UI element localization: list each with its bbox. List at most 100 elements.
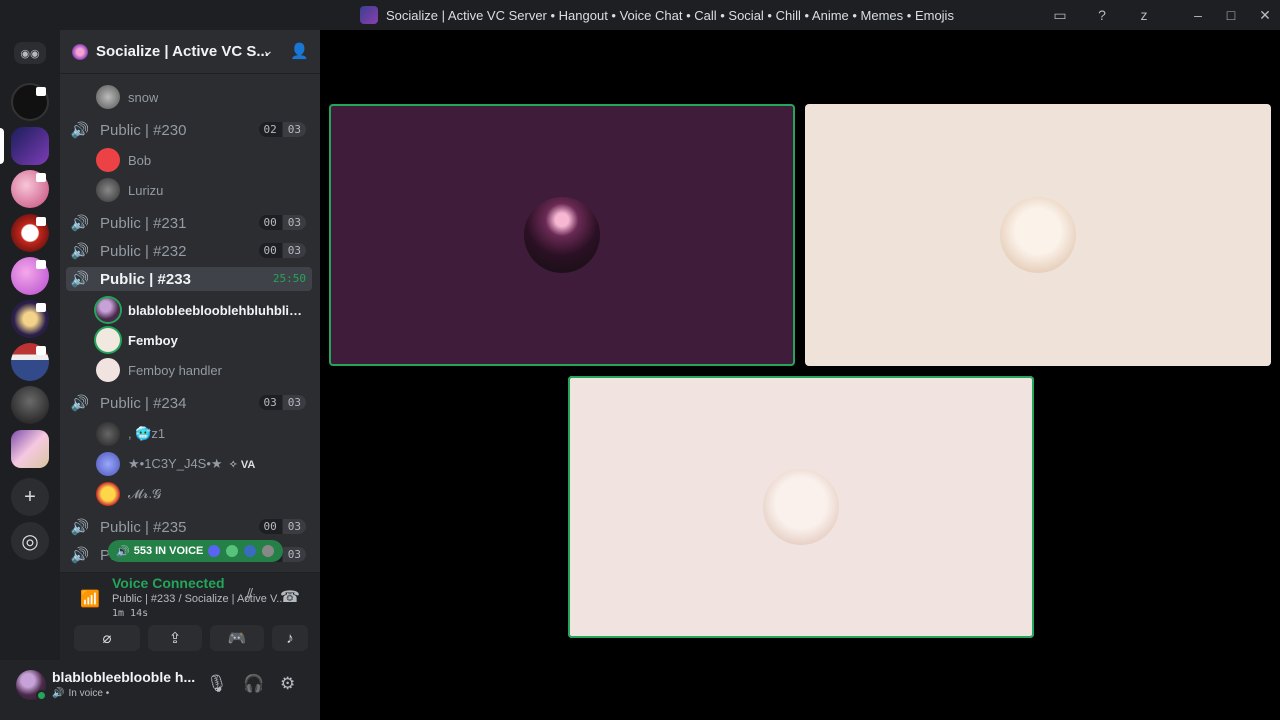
channel-user-count: 03 03 (258, 395, 306, 410)
inbox-icon[interactable]: ▭ (1050, 5, 1070, 25)
member-name: Bob (128, 152, 152, 168)
voice-member[interactable]: ★•1C3Y_J4S•★ ✧ VA (96, 451, 306, 477)
member-tag: ✧ VA (228, 458, 256, 471)
voice-channel-active[interactable]: 🔊 Public | #233 25:50 (66, 267, 312, 291)
server-badge-icon (36, 87, 46, 96)
activity-button[interactable]: 🎮 (210, 625, 264, 651)
participant-avatar (1000, 197, 1076, 273)
channel-name: Public | #232 (100, 242, 187, 260)
window-title-text: Socialize | Active VC Server • Hangout •… (386, 7, 954, 23)
voice-member[interactable]: snow (96, 84, 306, 110)
count-current: 00 (258, 215, 282, 230)
maximize-icon[interactable]: □ (1221, 5, 1241, 25)
avatar (225, 544, 240, 558)
speaker-icon: 🔊 (116, 545, 130, 558)
server-badge-icon (36, 346, 46, 355)
voice-channel[interactable]: 🔊 Public | #234 03 03 (66, 391, 312, 415)
voice-channel[interactable]: 🔊 Public | #231 00 03 (66, 211, 312, 235)
settings-gear-icon[interactable]: ⚙ (280, 674, 295, 694)
channel-user-count: 0003 (258, 215, 306, 230)
screen-share-button[interactable]: ⇪ (148, 625, 202, 651)
disconnect-icon[interactable]: ☎ (280, 587, 300, 607)
channel-name: Public | #234 (100, 394, 187, 412)
discord-home-icon[interactable]: ◉◉ (14, 42, 46, 64)
voice-member[interactable]: Femboy (96, 327, 306, 353)
avatar (207, 544, 222, 558)
speaker-icon: 🔊 (70, 519, 90, 536)
voice-member[interactable]: 𝓜𝓻.𝓖 (96, 481, 306, 507)
avatar (96, 148, 120, 172)
signal-icon[interactable]: 📶 (80, 589, 100, 609)
server-icon[interactable] (11, 386, 49, 424)
server-badge-icon (36, 173, 46, 182)
speaker-icon: 🔊 (70, 395, 90, 412)
voice-member[interactable]: Lurizu (96, 177, 306, 203)
in-voice-count: 553 IN VOICE (133, 545, 204, 557)
channel-user-count: 0003 (258, 519, 306, 534)
server-icon-socialize[interactable] (11, 127, 49, 165)
voice-member[interactable]: , 🥶z1 (96, 421, 306, 447)
soundboard-button[interactable]: ♪ (272, 625, 308, 651)
discover-icon[interactable]: ◎ (11, 522, 49, 560)
avatar (261, 544, 276, 558)
voice-member[interactable]: Bob (96, 147, 306, 173)
member-name: Femboy (128, 332, 178, 348)
channel-sidebar: Socialize | Active VC S... ⌄ 👤 snow 🔊 Pu… (60, 30, 320, 572)
voice-stage (320, 30, 1280, 720)
help-icon[interactable]: ? (1092, 5, 1112, 25)
count-limit: 03 (282, 243, 306, 258)
microphone-icon[interactable]: 🎙 (206, 674, 228, 694)
invite-people-icon[interactable]: 👤 (290, 42, 309, 60)
voice-member[interactable]: Femboy handler (96, 357, 306, 383)
user-status: 🔊 In voice • (52, 688, 109, 699)
participant-tile[interactable] (329, 104, 795, 366)
speaker-icon: 🔊 (70, 122, 90, 139)
channel-name: Public | #233 (100, 270, 191, 288)
add-server-icon[interactable]: + (11, 478, 49, 516)
window-title: Socialize | Active VC Server • Hangout •… (360, 0, 954, 30)
channel-user-count: 02 03 (258, 122, 306, 137)
guild-icon (72, 43, 88, 60)
participant-tile[interactable] (805, 104, 1271, 366)
count-limit: 03 (282, 519, 306, 534)
chevron-down-icon[interactable]: ⌄ (262, 42, 274, 59)
close-icon[interactable]: ✕ (1255, 5, 1275, 25)
user-panel: blablobleeblooble h... 🔊 In voice • 🎙 🎧 … (0, 660, 320, 720)
headphones-icon[interactable]: 🎧 (243, 674, 264, 694)
avatar (96, 482, 120, 506)
server-badge-icon (36, 217, 46, 226)
noise-suppression-icon[interactable]: ⫽ (246, 587, 253, 605)
count-limit: 03 (282, 395, 306, 410)
sleep-icon[interactable]: z (1134, 5, 1154, 25)
camera-off-button[interactable]: ⌀ (74, 625, 140, 651)
server-logo-icon (360, 6, 378, 24)
server-folder-icon[interactable] (11, 430, 49, 468)
avatar (96, 328, 120, 352)
selected-server-indicator (0, 128, 4, 164)
username[interactable]: blablobleeblooble h... (52, 669, 195, 685)
voice-channel[interactable]: 🔊 Public | #230 02 03 (66, 118, 312, 142)
participant-tile[interactable] (568, 376, 1034, 638)
minimize-icon[interactable]: – (1188, 5, 1208, 25)
member-name: Lurizu (128, 182, 164, 198)
avatar (243, 544, 258, 558)
guild-name: Socialize | Active VC S... (96, 43, 269, 60)
count-current: 00 (258, 519, 282, 534)
voice-member[interactable]: blablobleeblooblehbluhblible... (96, 297, 306, 323)
count-limit: 03 (282, 215, 306, 230)
speaker-icon: 🔊 (70, 271, 90, 288)
channel-name: Public | #231 (100, 214, 187, 232)
title-bar: Socialize | Active VC Server • Hangout •… (0, 0, 1280, 30)
voice-channel[interactable]: 🔊 Public | #235 00 03 (66, 515, 312, 539)
member-name: 𝓜𝓻.𝓖 (128, 486, 162, 501)
voice-channel[interactable]: 🔊 Public | #232 00 03 (66, 239, 312, 263)
in-voice-pill[interactable]: 🔊 553 IN VOICE (108, 540, 284, 562)
voice-status[interactable]: Voice Connected (112, 575, 225, 591)
avatar (96, 85, 120, 109)
member-name: Femboy handler (128, 362, 222, 378)
user-status-text: In voice • (68, 688, 110, 699)
count-current: 00 (258, 243, 282, 258)
guild-header[interactable]: Socialize | Active VC S... ⌄ 👤 (60, 30, 320, 74)
voice-channel-link[interactable]: Public | #233 / Socialize | Active V... (112, 593, 285, 605)
voice-connection-panel: 📶 Voice Connected Public | #233 / Social… (60, 572, 320, 660)
